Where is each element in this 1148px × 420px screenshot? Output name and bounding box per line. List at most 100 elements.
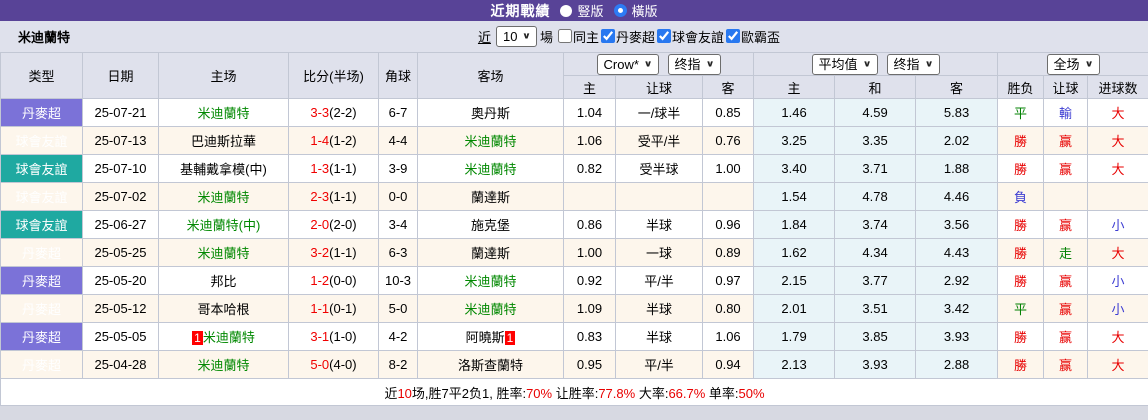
handicap-result-cell: 赢	[1043, 210, 1089, 239]
avg-draw-cell: 3.74	[834, 210, 917, 239]
handicap-result-cell: 赢	[1043, 126, 1089, 155]
goals-cell: 小	[1087, 266, 1148, 295]
table-header: 类型 日期 主场 比分(半场) 角球 客场 Crow* 终指	[0, 52, 1148, 99]
fulltime-score: 1-3	[310, 161, 330, 176]
odds-final-select[interactable]: 终指	[668, 54, 720, 74]
league-filter-label: 球會友誼	[672, 29, 725, 45]
away-team-cell[interactable]: 米迪蘭特	[417, 266, 564, 295]
date-cell: 25-07-21	[82, 98, 159, 127]
fulltime-select-cell: 全场	[997, 52, 1148, 76]
goals-cell: 大	[1087, 98, 1148, 127]
near-link[interactable]: 近	[478, 27, 491, 46]
handicap-result-cell: 赢	[1043, 266, 1089, 295]
score-cell: 1-1(0-1)	[288, 294, 379, 323]
home-team-cell[interactable]: 1 米迪蘭特	[158, 322, 289, 351]
fulltime-select[interactable]: 全场	[1047, 54, 1099, 74]
league-badge-cell: 丹麥超	[0, 266, 83, 295]
home-team-cell[interactable]: 米迪蘭特	[158, 182, 289, 211]
away-team-cell[interactable]: 蘭達斯	[417, 238, 564, 267]
odds-home-cell: 0.95	[563, 350, 616, 379]
avg-final-select[interactable]: 终指	[887, 54, 939, 74]
recent-count-select[interactable]: 10	[496, 27, 536, 46]
corner-cell: 6-7	[378, 98, 418, 127]
avg-home-cell: 3.25	[753, 126, 836, 155]
avg-draw-cell: 3.71	[834, 154, 917, 183]
handicap-cell: 受平/半	[615, 126, 703, 155]
handicap-cell: 平/半	[615, 350, 703, 379]
handicap-cell: 半球	[615, 294, 703, 323]
avg-home-cell: 1.54	[753, 182, 836, 211]
table-footer: 近10场,胜7平2负1, 胜率:70% 让胜率:77.8% 大率:66.7% 单…	[0, 378, 1148, 406]
league-filter-checkbox[interactable]	[557, 29, 572, 44]
table-row: 丹麥超 25-05-20 邦比 1-2(0-0) 10-3 米迪蘭特 0.92 平/半 0.97…	[0, 266, 1148, 295]
radio-vertical-label: 豎版	[577, 4, 604, 19]
avg-away-cell: 4.43	[915, 238, 999, 267]
league-filter-checkbox[interactable]	[601, 29, 615, 44]
away-team-cell[interactable]: 米迪蘭特	[417, 154, 564, 183]
home-team-cell[interactable]: 米迪蘭特	[158, 98, 289, 127]
away-team-name: 奧丹斯	[470, 106, 510, 121]
away-team-cell[interactable]: 奧丹斯	[417, 98, 564, 127]
league-filter-label: 歐霸盃	[741, 29, 781, 45]
home-team-cell[interactable]: 米迪蘭特	[158, 350, 289, 379]
table-row: 丹麥超 25-05-25 米迪蘭特 3-2(1-1) 6-3 蘭達斯 1.00 一球 0.89 1…	[0, 238, 1148, 267]
league-filter-checkbox[interactable]	[726, 29, 741, 44]
avg-away-cell: 2.02	[915, 126, 999, 155]
league-badge-cell: 球會友誼	[0, 154, 83, 183]
table-row: 丹麥超 25-05-12 哥本哈根 1-1(0-1) 5-0 米迪蘭特 1.09 半球 0.80…	[0, 294, 1148, 323]
table-row: 丹麥超 25-04-28 米迪蘭特 5-0(4-0) 8-2 洛斯查蘭特 0.95 平/半 0.…	[0, 350, 1148, 379]
league-filter-1[interactable]: 丹麥超	[599, 27, 655, 46]
fulltime-score: 1-2	[310, 273, 330, 288]
odds-away-cell: 0.96	[701, 210, 755, 239]
avg-away-cell: 3.93	[915, 322, 999, 351]
sub-header-avg-away: 客	[915, 75, 999, 99]
avg-away-cell: 2.92	[915, 266, 999, 295]
odds-selects-cell: Crow* 终指	[562, 52, 755, 76]
summary-segment: 10	[397, 385, 412, 401]
radio-checked-icon[interactable]	[613, 4, 627, 17]
home-team-name: 米迪蘭特	[197, 358, 250, 373]
away-team-name: 洛斯查蘭特	[457, 358, 523, 373]
odds-home-cell: 1.09	[563, 294, 616, 323]
corner-cell: 4-4	[378, 126, 418, 155]
avg-away-cell: 1.88	[915, 154, 999, 183]
summary-stats: 近10场,胜7平2负1, 胜率:70% 让胜率:77.8% 大率:66.7% 单…	[0, 378, 1148, 406]
summary-segment: 70%	[526, 385, 553, 401]
home-team-cell[interactable]: 哥本哈根	[158, 294, 289, 323]
away-team-cell[interactable]: 米迪蘭特	[417, 126, 564, 155]
sub-header-avg-home: 主	[753, 75, 836, 99]
home-team-cell[interactable]: 米迪蘭特(中)	[158, 210, 289, 239]
page-title: 近期戰績	[490, 2, 551, 19]
away-team-cell[interactable]: 阿曉斯 1	[417, 322, 564, 351]
away-team-name: 米迪蘭特	[464, 162, 517, 177]
home-team-cell[interactable]: 邦比	[158, 266, 289, 295]
sub-header-goals: 进球数	[1087, 75, 1148, 99]
date-cell: 25-05-05	[82, 322, 159, 351]
league-filter-2[interactable]: 球會友誼	[655, 27, 724, 46]
avg-selects-cell: 平均值 终指	[753, 52, 999, 76]
away-team-cell[interactable]: 蘭達斯	[417, 182, 564, 211]
away-team-cell[interactable]: 施克堡	[417, 210, 564, 239]
league-filter-3[interactable]: 歐霸盃	[724, 27, 780, 46]
corner-cell: 6-3	[378, 238, 418, 267]
layout-radio-vertical[interactable]: 豎版	[560, 1, 604, 20]
home-team-cell[interactable]: 巴迪斯拉華	[158, 126, 289, 155]
layout-radio-horizontal[interactable]: 橫版	[613, 1, 658, 20]
halftime-score: (2-0)	[329, 217, 357, 232]
away-team-cell[interactable]: 洛斯查蘭特	[417, 350, 564, 379]
away-team-cell[interactable]: 米迪蘭特	[417, 294, 564, 323]
home-team-cell[interactable]: 米迪蘭特	[158, 238, 289, 267]
avg-provider-select[interactable]: 平均值	[812, 54, 877, 74]
radio-unchecked-icon[interactable]	[560, 4, 573, 17]
home-team-name: 米迪蘭特	[197, 246, 250, 261]
odds-final-select-wrap: 终指	[667, 53, 721, 75]
corner-cell: 8-2	[378, 350, 418, 379]
table-row: 球會友誼 25-07-10 基輔戴拿模(中) 1-3(1-1) 3-9 米迪蘭特 0.82 受…	[0, 154, 1148, 183]
league-filter-0[interactable]: 同主	[556, 27, 599, 46]
halftime-score: (0-1)	[329, 301, 357, 316]
avg-draw-cell: 4.59	[834, 98, 917, 127]
league-filter-checkbox[interactable]	[657, 29, 672, 44]
home-team-cell[interactable]: 基輔戴拿模(中)	[158, 154, 289, 183]
odds-provider-select[interactable]: Crow*	[597, 54, 658, 74]
avg-home-cell: 1.79	[753, 322, 836, 351]
